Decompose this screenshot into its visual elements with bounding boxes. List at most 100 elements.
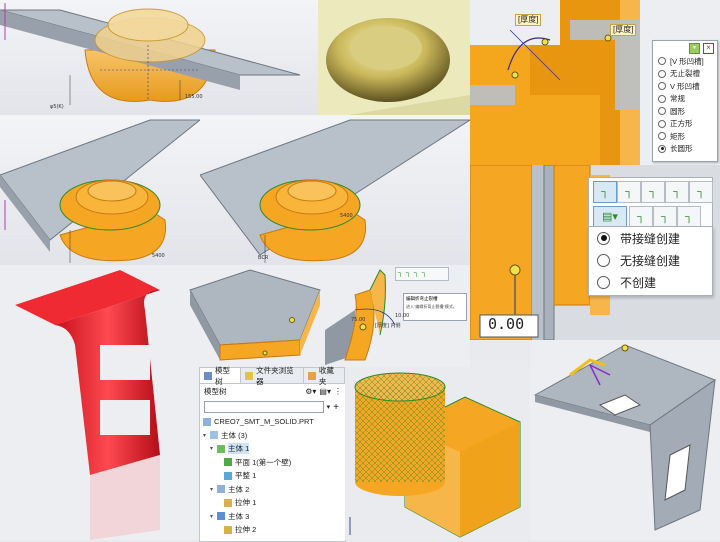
tree-row-label: 平整 1 xyxy=(235,471,257,481)
list-icon[interactable]: ▤▾ xyxy=(319,387,331,396)
corner-type-5-button[interactable]: ┐ xyxy=(689,181,713,203)
tree-row-label: 平面 1(第一个壁) xyxy=(235,457,292,467)
seam-type-4-button[interactable]: ┐ xyxy=(677,206,701,228)
relief-option[interactable]: [V 形凹槽] xyxy=(653,55,717,68)
viewport-pentagon-tray[interactable] xyxy=(180,265,325,367)
confirm-icon[interactable]: ▾ xyxy=(689,42,700,54)
viewport-boss-top[interactable]: φ5(K) 155.00 xyxy=(0,0,318,115)
viewport-cylinder-box[interactable] xyxy=(345,367,530,540)
viewport-red-bracket[interactable] xyxy=(0,265,200,540)
radio-icon xyxy=(597,253,610,267)
add-icon[interactable]: + xyxy=(333,402,339,413)
search-input[interactable] xyxy=(204,401,324,413)
tab-model-tree[interactable]: 模型树 xyxy=(200,366,242,386)
option-label: 圆形 xyxy=(670,106,685,116)
corner-type-4-button[interactable]: ┐ xyxy=(665,181,689,203)
tree-search: ▾ + xyxy=(204,401,341,413)
viewport-bend-relief-edit[interactable]: 编辑折弯止裂槽 进入"编辑折弯止裂槽"模式。 ┐┐┐┐ 10.00 [厚度] 内… xyxy=(325,265,470,367)
dim-label[interactable]: [厚度] 内侧 xyxy=(375,322,401,329)
dim-label[interactable]: 75.00 xyxy=(351,317,365,323)
model-tree-icon xyxy=(204,371,212,380)
tree-row[interactable]: ▾ 主体 (3) xyxy=(200,429,345,443)
relief-option[interactable]: 常规 xyxy=(653,93,717,106)
tab-folder-browser[interactable]: 文件夹浏览器 xyxy=(241,366,304,386)
tree-tabs: 模型树 文件夹浏览器 收藏夹 xyxy=(200,366,345,386)
body-group-icon xyxy=(210,431,218,440)
seam-type-3-button[interactable]: ┐ xyxy=(653,206,677,228)
corner-type-3-button[interactable]: ┐ xyxy=(641,181,665,203)
relief-option[interactable]: V 形凹槽 xyxy=(653,80,717,93)
seam-option[interactable]: 不创建 xyxy=(589,271,712,293)
tree-row-selected[interactable]: ▾ 主体 1 xyxy=(200,442,345,456)
tree-row[interactable]: 拉伸 1 xyxy=(200,496,345,510)
tooltip-text: 进入"编辑折弯止裂槽"模式。 xyxy=(406,304,457,309)
corner-toolbar: ┐ ┐ ┐ ┐ ┐ ▤▾ ┐ ┐ ┐ xyxy=(588,177,713,231)
expand-icon[interactable]: ▾ xyxy=(203,432,210,439)
tooltip-card: 编辑折弯止裂槽 进入"编辑折弯止裂槽"模式。 xyxy=(403,293,467,321)
tree-row[interactable]: 平整 1 xyxy=(200,469,345,483)
dim-label[interactable]: 5400 xyxy=(152,253,165,259)
dim-label[interactable]: 10.00 xyxy=(395,313,409,319)
thickness-tag[interactable]: [厚度] xyxy=(515,14,542,26)
tree-row[interactable]: 拉伸 2 xyxy=(200,523,345,537)
relief-option[interactable]: 矩形 xyxy=(653,130,717,143)
expand-icon[interactable]: ▾ xyxy=(210,513,217,520)
dim-label[interactable]: 5400 xyxy=(340,213,353,219)
tree-row[interactable]: ▾ 主体 3 xyxy=(200,510,345,524)
close-icon[interactable]: × xyxy=(703,42,714,54)
body-icon xyxy=(217,485,225,494)
relief-option[interactable]: 无止裂槽 xyxy=(653,68,717,81)
dim-label[interactable]: 155.00 xyxy=(185,94,203,100)
tree-row[interactable]: ▾ 主体 2 xyxy=(200,483,345,497)
corner-type-2-button[interactable]: ┐ xyxy=(617,181,641,203)
relief-option-selected[interactable]: 长圆形 xyxy=(653,143,717,156)
boss-mid-left-graphic xyxy=(0,119,200,263)
tree-row[interactable]: CREO7_SMT_M_SOLID.PRT xyxy=(200,415,345,429)
dim-label[interactable]: φ5(K) xyxy=(50,104,64,110)
radio-icon xyxy=(658,82,666,91)
tree-row-label: 拉伸 2 xyxy=(235,525,257,535)
tree-row-label: 拉伸 1 xyxy=(235,498,257,508)
option-label: [V 形凹槽] xyxy=(670,56,704,66)
relief-shape-menu: ▾ × [V 形凹槽] 无止裂槽 V 形凹槽 常规 圆形 正方形 矩形 长圆形 xyxy=(652,40,718,162)
relief-option[interactable]: 圆形 xyxy=(653,105,717,118)
tree-toolbar: 模型树 ⚙▾ ▤▾ ⋮ xyxy=(200,384,345,399)
extrude-icon xyxy=(224,525,232,534)
sheetmetal-body-icon xyxy=(217,444,225,453)
option-label: 无止裂槽 xyxy=(670,69,700,79)
seam-option-selected[interactable]: 带接缝创建 xyxy=(589,227,712,249)
more-icon[interactable]: ⋮ xyxy=(334,387,345,396)
seam-type-2-button[interactable]: ┐ xyxy=(629,206,653,228)
extrude-icon xyxy=(224,498,232,507)
expand-icon[interactable]: ▾ xyxy=(210,486,217,493)
seam-dropdown-button[interactable]: ▤▾ xyxy=(593,206,627,228)
tab-favorites[interactable]: 收藏夹 xyxy=(304,366,345,386)
corner-type-1-button[interactable]: ┐ xyxy=(593,181,617,203)
menu-header: ▾ × xyxy=(653,41,717,55)
viewport-boss-mid[interactable]: BCR 5400 xyxy=(200,115,470,265)
filter-dropdown-icon[interactable]: ▾ xyxy=(327,403,331,411)
mini-toolbar: ┐┐┐┐ xyxy=(395,267,449,281)
star-icon xyxy=(307,371,316,380)
folder-icon xyxy=(245,371,254,380)
option-label: 长圆形 xyxy=(670,144,693,154)
corner-dim-value[interactable]: 0.00 xyxy=(488,315,524,333)
viewport-bracket-cutouts[interactable] xyxy=(530,340,720,540)
relief-option[interactable]: 正方形 xyxy=(653,118,717,131)
radio-selected-icon xyxy=(658,144,666,153)
expand-icon[interactable]: ▾ xyxy=(210,445,217,452)
tab-label: 模型树 xyxy=(215,365,230,386)
thickness-tag[interactable]: [厚度] xyxy=(610,24,637,36)
radio-icon xyxy=(597,275,610,289)
option-label: V 形凹槽 xyxy=(670,81,700,91)
option-label: 常规 xyxy=(670,94,685,104)
radio-icon xyxy=(658,119,666,128)
radio-icon xyxy=(658,69,666,78)
viewport-boss-mid-left[interactable]: 5400 xyxy=(0,115,200,265)
dim-label[interactable]: BCR xyxy=(258,255,268,261)
tree-row-label: 主体 3 xyxy=(228,511,250,521)
tree-row[interactable]: 平面 1(第一个壁) xyxy=(200,456,345,470)
settings-icon[interactable]: ⚙▾ xyxy=(305,387,316,396)
seam-option[interactable]: 无接缝创建 xyxy=(589,249,712,271)
tree-row-label: CREO7_SMT_M_SOLID.PRT xyxy=(214,417,314,427)
